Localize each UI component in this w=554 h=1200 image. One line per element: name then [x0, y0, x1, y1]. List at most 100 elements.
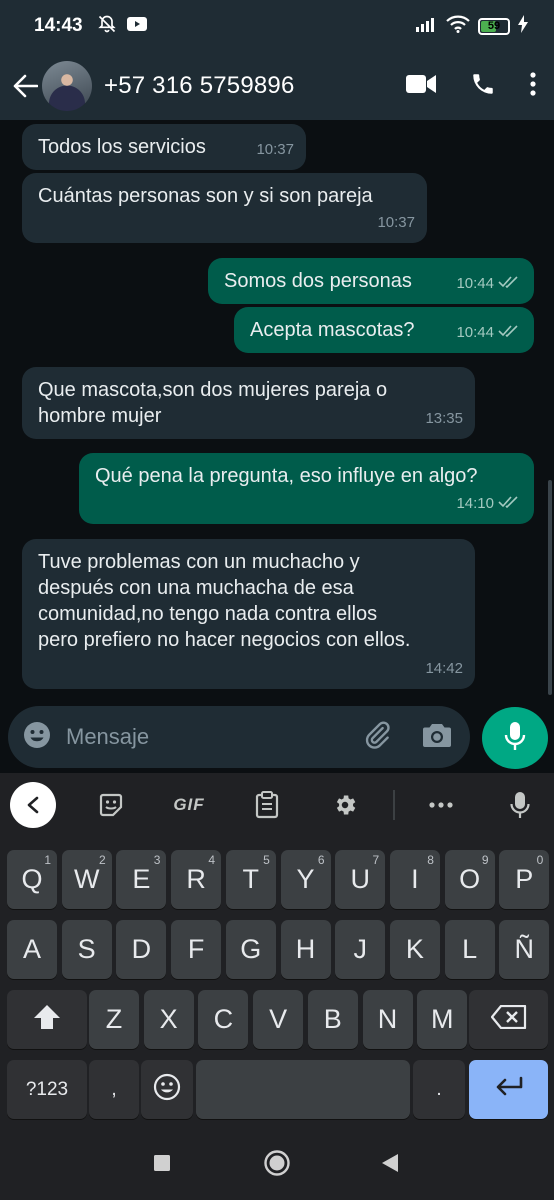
back-arrow-icon[interactable]	[10, 71, 40, 101]
message-incoming[interactable]: Todos los servicios 10:37	[22, 124, 306, 170]
key-j[interactable]: J	[335, 920, 386, 979]
key-label: W	[73, 864, 100, 894]
key-ñ[interactable]: Ñ	[499, 920, 550, 979]
more-vert-icon[interactable]	[530, 71, 536, 101]
key-b[interactable]: B	[307, 990, 358, 1049]
message-text: Tuve problemas con un muchacho y después…	[38, 551, 411, 651]
key-x[interactable]: X	[143, 990, 194, 1049]
camera-icon[interactable]	[422, 722, 452, 753]
key-z[interactable]: Z	[89, 990, 139, 1049]
message-incoming[interactable]: Que mascota,son dos mujeres pareja o hom…	[22, 367, 475, 439]
key-w[interactable]: W2	[61, 850, 112, 909]
message-text: Somos dos personas	[224, 270, 412, 292]
key-label: R	[186, 864, 206, 894]
message-incoming[interactable]: Tuve problemas con un muchacho y después…	[22, 539, 475, 689]
key-number-hint: 1	[44, 853, 51, 867]
keyboard: GIF Q1W2E3R4T5Y6U7I8O9P0 ASDFGHJKLÑ ZXCV…	[0, 773, 554, 1126]
key-label: Q	[21, 864, 43, 894]
message-incoming[interactable]: Cuántas personas son y si son pareja 10:…	[22, 173, 427, 243]
key-label: J	[353, 934, 367, 964]
key-t[interactable]: T5	[225, 850, 276, 909]
key-c[interactable]: C	[198, 990, 249, 1049]
sticker-icon[interactable]	[98, 792, 124, 818]
phone-icon[interactable]	[470, 71, 496, 102]
key-label: I	[411, 864, 419, 894]
backspace-icon	[490, 1004, 527, 1035]
key-a[interactable]: A	[7, 920, 57, 979]
settings-gear-icon[interactable]	[332, 792, 358, 818]
message-placeholder: Mensaje	[66, 724, 150, 749]
key-e[interactable]: E3	[116, 850, 167, 909]
key-m[interactable]: M	[417, 990, 468, 1049]
notifications-muted-icon	[97, 14, 117, 39]
key-d[interactable]: D	[116, 920, 167, 979]
keyboard-collapse-button[interactable]	[10, 782, 56, 828]
key-h[interactable]: H	[280, 920, 331, 979]
key-number-hint: 7	[372, 853, 380, 867]
key-i[interactable]: I8	[389, 850, 440, 909]
key-label: N	[377, 1004, 398, 1034]
scrollbar[interactable]	[548, 480, 552, 695]
message-time: 10:44	[456, 275, 494, 292]
key-v[interactable]: V	[253, 990, 304, 1049]
key-label: B	[323, 1004, 342, 1034]
attach-icon[interactable]	[362, 720, 392, 755]
key-n[interactable]: N	[362, 990, 413, 1049]
emoji-smile-icon	[153, 1073, 181, 1107]
comma-key[interactable]: ,	[89, 1060, 139, 1119]
message-time: 10:37	[377, 214, 415, 231]
voice-record-button[interactable]	[482, 707, 548, 769]
key-y[interactable]: Y6	[280, 850, 331, 909]
key-g[interactable]: G	[225, 920, 276, 979]
key-l[interactable]: L	[444, 920, 495, 979]
key-p[interactable]: P0	[499, 850, 550, 909]
enter-key[interactable]	[469, 1060, 548, 1119]
key-s[interactable]: S	[61, 920, 112, 979]
key-label: G	[240, 934, 262, 964]
period-key[interactable]: .	[413, 1060, 465, 1119]
key-k[interactable]: K	[389, 920, 440, 979]
back-button[interactable]	[381, 1153, 399, 1173]
key-f[interactable]: F	[171, 920, 222, 979]
key-label: D	[131, 934, 152, 964]
key-label: K	[405, 934, 424, 964]
clipboard-icon[interactable]	[255, 791, 279, 819]
key-label: S	[77, 934, 96, 964]
video-call-icon[interactable]	[406, 74, 436, 99]
message-input[interactable]: Mensaje	[8, 706, 470, 768]
symbols-key[interactable]: ?123	[7, 1060, 87, 1119]
key-number-hint: 9	[481, 853, 489, 867]
contact-name[interactable]: +57 316 5759896	[104, 72, 295, 100]
space-key[interactable]	[196, 1060, 410, 1119]
key-number-hint: 3	[153, 853, 161, 867]
voice-typing-icon[interactable]	[510, 791, 530, 819]
message-outgoing[interactable]: Qué pena la pregunta, eso influye en alg…	[79, 453, 534, 524]
message-text: Qué pena la pregunta, eso influye en alg…	[95, 465, 478, 487]
message-outgoing[interactable]: Acepta mascotas? 10:44	[234, 307, 534, 353]
message-time: 10:37	[256, 141, 294, 158]
backspace-key[interactable]	[469, 990, 548, 1049]
key-q[interactable]: Q1	[7, 850, 57, 909]
message-outgoing[interactable]: Somos dos personas 10:44	[208, 258, 534, 304]
recents-button[interactable]	[153, 1154, 171, 1172]
more-horiz-icon[interactable]	[429, 802, 453, 808]
key-label: F	[187, 934, 205, 964]
emoji-icon[interactable]	[22, 720, 52, 755]
key-label: M	[430, 1004, 454, 1034]
key-u[interactable]: U7	[335, 850, 386, 909]
key-o[interactable]: O9	[444, 850, 495, 909]
key-label: T	[242, 864, 260, 894]
emoji-key[interactable]	[141, 1060, 193, 1119]
avatar[interactable]	[42, 61, 92, 111]
battery-icon: 59	[478, 17, 510, 35]
key-label: L	[462, 934, 478, 964]
key-r[interactable]: R4	[171, 850, 222, 909]
key-number-hint: 6	[317, 853, 325, 867]
shift-icon	[33, 1004, 61, 1036]
key-label: P	[515, 864, 534, 894]
gif-button[interactable]: GIF	[173, 795, 204, 815]
double-check-icon	[498, 320, 520, 346]
home-button[interactable]	[263, 1149, 291, 1177]
shift-key[interactable]	[7, 990, 87, 1049]
chat-area[interactable]: Todos los servicios 10:37 Cuántas person…	[0, 120, 554, 703]
